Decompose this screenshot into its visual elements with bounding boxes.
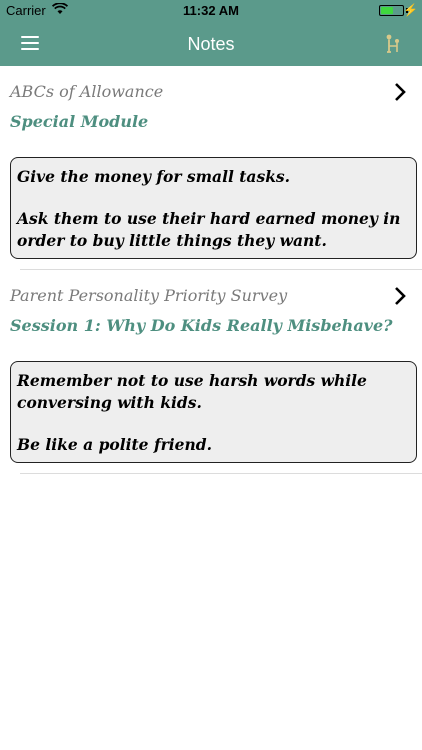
- nav-bar: Notes: [0, 22, 422, 66]
- charging-icon: ⚡: [403, 3, 418, 17]
- note-line: Remember not to use harsh words while co…: [17, 371, 367, 412]
- note-module-title: Session 1: Why Do Kids Really Misbehave?: [10, 316, 393, 335]
- note-text-box: Give the money for small tasks. Ask them…: [10, 157, 417, 259]
- family-tree-icon[interactable]: [384, 32, 402, 54]
- divider: [20, 269, 422, 270]
- note-module-title: Special Module: [10, 112, 149, 131]
- note-line: Ask them to use their hard earned money …: [17, 209, 401, 250]
- chevron-right-icon[interactable]: [392, 284, 408, 308]
- note-text-box: Remember not to use harsh words while co…: [10, 361, 417, 463]
- note-course-title: ABCs of Allowance: [10, 82, 164, 101]
- battery-icon: [379, 5, 404, 16]
- status-time: 11:32 AM: [183, 3, 239, 18]
- note-line: Give the money for small tasks.: [17, 167, 291, 186]
- chevron-right-icon[interactable]: [392, 80, 408, 104]
- status-bar: Carrier 11:32 AM ⚡: [0, 0, 422, 22]
- divider: [20, 473, 422, 474]
- note-line: Be like a polite friend.: [17, 435, 213, 454]
- note-course-title: Parent Personality Priority Survey: [10, 286, 288, 305]
- page-title: Notes: [187, 34, 235, 54]
